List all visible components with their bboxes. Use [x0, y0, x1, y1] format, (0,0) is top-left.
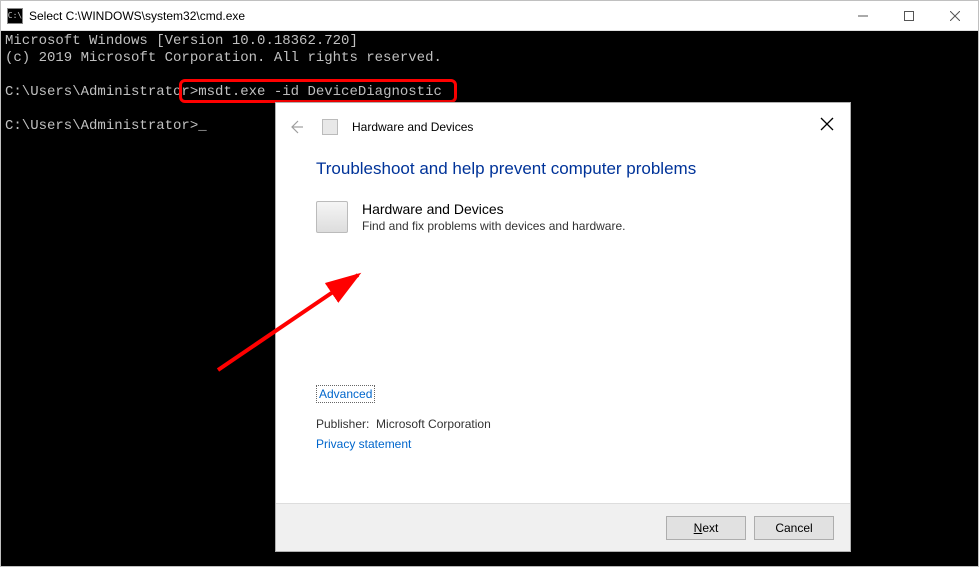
cmd-command: msdt.exe -id DeviceDiagnostic	[198, 84, 442, 100]
troubleshooter-dialog: Hardware and Devices Troubleshoot and he…	[275, 102, 851, 552]
dialog-footer: Next Cancel	[276, 503, 850, 551]
publisher-row: Publisher: Microsoft Corporation	[316, 417, 810, 431]
window-controls	[840, 1, 978, 31]
advanced-link[interactable]: Advanced	[316, 385, 375, 403]
publisher-value: Microsoft Corporation	[376, 417, 491, 431]
privacy-statement-link[interactable]: Privacy statement	[316, 437, 411, 451]
cmd-title: Select C:\WINDOWS\system32\cmd.exe	[29, 9, 840, 23]
dialog-header: Hardware and Devices	[276, 103, 850, 151]
troubleshooter-item-desc: Find and fix problems with devices and h…	[362, 219, 625, 233]
cmd-cursor: _	[198, 118, 206, 134]
hardware-header-icon	[322, 119, 338, 135]
dialog-content: Troubleshoot and help prevent computer p…	[276, 151, 850, 503]
dialog-close-button[interactable]	[820, 117, 834, 131]
publisher-label: Publisher:	[316, 417, 369, 431]
cmd-icon: C:\	[7, 8, 23, 24]
cmd-copyright-line: (c) 2019 Microsoft Corporation. All righ…	[5, 50, 442, 66]
troubleshooter-item-text: Hardware and Devices Find and fix proble…	[362, 201, 625, 233]
maximize-button[interactable]	[886, 1, 932, 31]
troubleshooter-item[interactable]: Hardware and Devices Find and fix proble…	[316, 201, 810, 233]
troubleshooter-item-title: Hardware and Devices	[362, 201, 625, 217]
close-button[interactable]	[932, 1, 978, 31]
next-button[interactable]: Next	[666, 516, 746, 540]
device-icon	[316, 201, 348, 233]
cmd-prompt: C:\Users\Administrator>	[5, 118, 198, 134]
minimize-button[interactable]	[840, 1, 886, 31]
dialog-main-heading: Troubleshoot and help prevent computer p…	[316, 159, 810, 179]
back-arrow-icon[interactable]	[288, 119, 308, 135]
cmd-titlebar[interactable]: C:\ Select C:\WINDOWS\system32\cmd.exe	[1, 1, 978, 31]
cancel-button[interactable]: Cancel	[754, 516, 834, 540]
cmd-version-line: Microsoft Windows [Version 10.0.18362.72…	[5, 33, 358, 49]
dialog-header-title: Hardware and Devices	[352, 120, 473, 134]
cmd-prompt: C:\Users\Administrator>	[5, 84, 198, 100]
